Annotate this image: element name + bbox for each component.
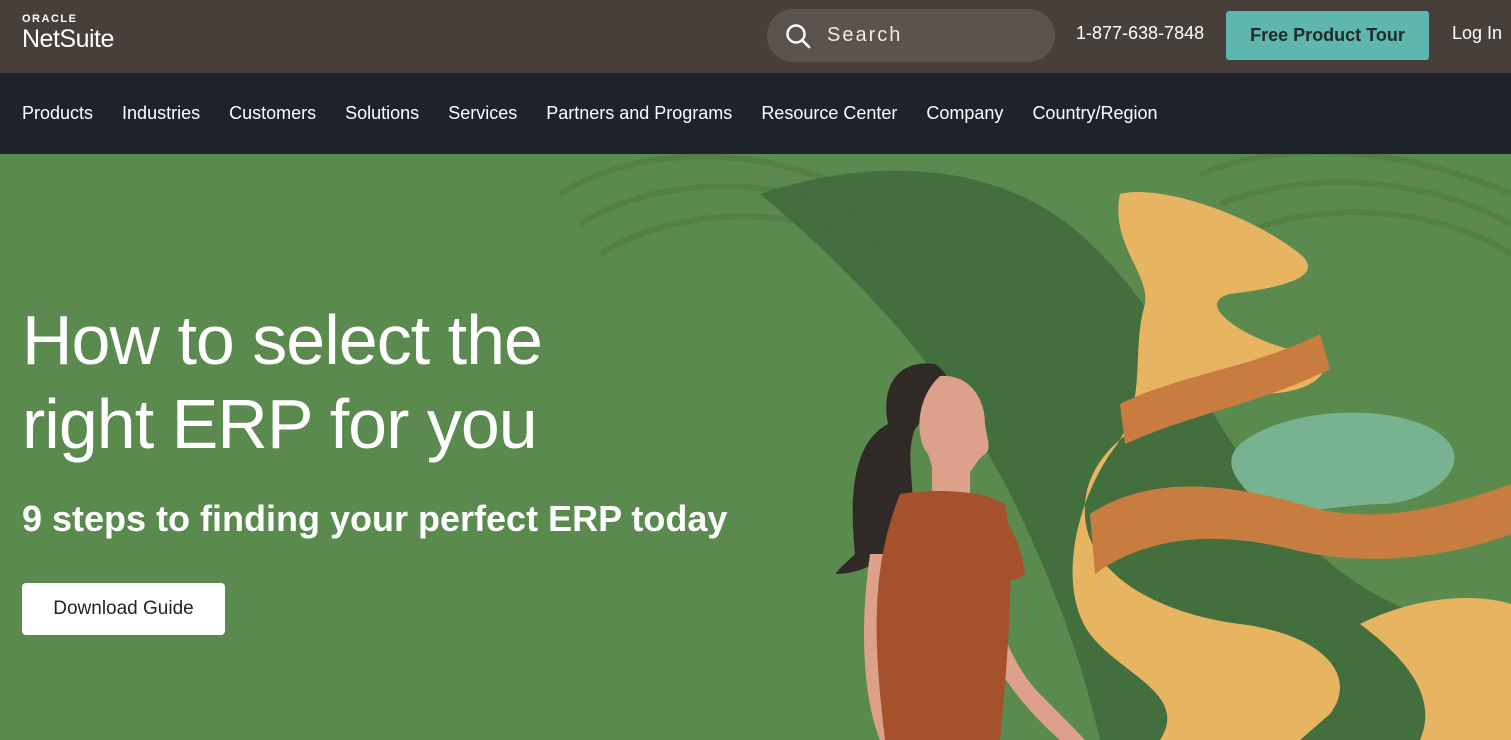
nav-item-customers[interactable]: Customers — [229, 103, 316, 124]
top-bar: ORACLE NetSuite 1-877-638-7848 Free Prod… — [0, 0, 1511, 73]
netsuite-logo[interactable]: ORACLE NetSuite — [22, 14, 114, 52]
search-icon — [786, 23, 811, 48]
phone-link[interactable]: 1-877-638-7848 — [1076, 23, 1204, 44]
nav-item-products[interactable]: Products — [22, 103, 93, 124]
headline-line-2: right ERP for you — [22, 385, 538, 463]
search-input[interactable] — [825, 23, 1025, 48]
main-nav: Products Industries Customers Solutions … — [0, 73, 1511, 154]
nav-item-industries[interactable]: Industries — [122, 103, 200, 124]
nav-item-solutions[interactable]: Solutions — [345, 103, 419, 124]
login-link[interactable]: Log In — [1452, 23, 1502, 44]
download-guide-button[interactable]: Download Guide — [22, 583, 225, 635]
free-product-tour-button[interactable]: Free Product Tour — [1226, 11, 1429, 60]
nav-item-resource-center[interactable]: Resource Center — [761, 103, 897, 124]
hero-banner: How to select the right ERP for you 9 st… — [0, 154, 1511, 740]
nav-item-country-region[interactable]: Country/Region — [1032, 103, 1157, 124]
headline-line-1: How to select the — [22, 301, 543, 379]
hero-headline: How to select the right ERP for you — [22, 298, 722, 466]
hero-subheadline: 9 steps to finding your perfect ERP toda… — [22, 498, 728, 539]
search-box[interactable] — [767, 9, 1055, 62]
nav-item-company[interactable]: Company — [926, 103, 1003, 124]
logo-netsuite-text: NetSuite — [22, 25, 114, 53]
nav-item-services[interactable]: Services — [448, 103, 517, 124]
logo-oracle-text: ORACLE — [22, 13, 78, 25]
nav-item-partners-and-programs[interactable]: Partners and Programs — [546, 103, 732, 124]
